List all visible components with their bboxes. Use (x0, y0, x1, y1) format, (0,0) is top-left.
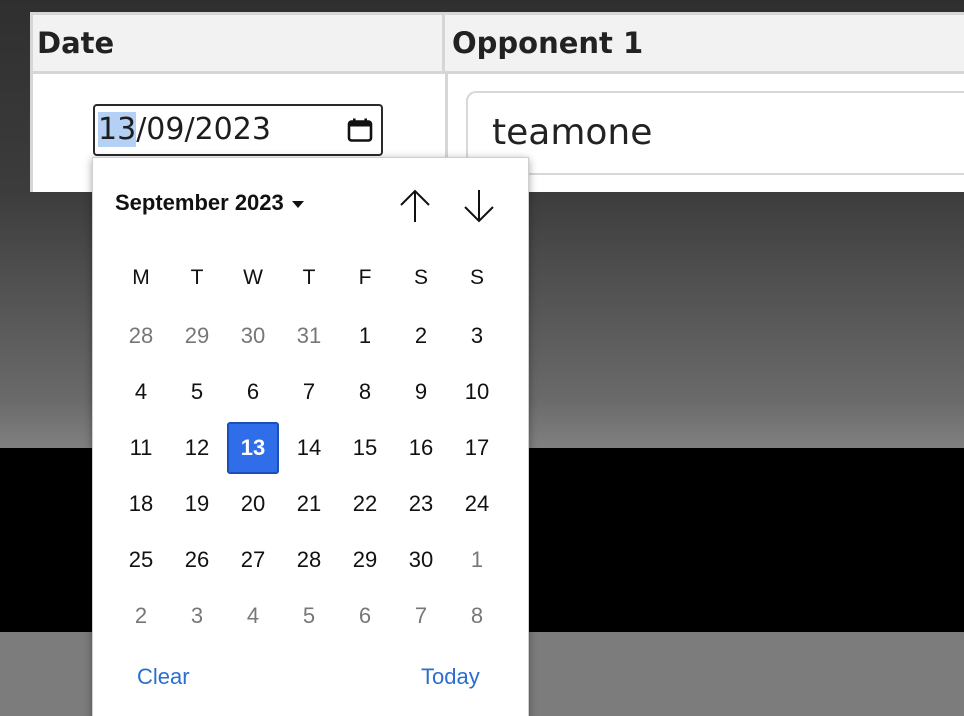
day-cell[interactable]: 6 (339, 590, 391, 642)
day-cell[interactable]: 4 (227, 590, 279, 642)
day-cell[interactable]: 26 (171, 534, 223, 586)
day-cell[interactable]: 1 (451, 534, 503, 586)
day-cell[interactable]: 11 (115, 422, 167, 474)
weekday-label: F (358, 266, 372, 289)
day-cell[interactable]: 14 (283, 422, 335, 474)
day-cell[interactable]: 28 (115, 310, 167, 362)
date-rest-segment[interactable]: /09/2023 (136, 112, 271, 147)
day-cell[interactable]: 6 (227, 366, 279, 418)
weekday-label: T (302, 266, 316, 289)
date-input[interactable]: 13/09/2023 (93, 104, 383, 156)
date-day-segment[interactable]: 13 (98, 112, 137, 147)
clear-button[interactable]: Clear (137, 664, 190, 690)
day-cell[interactable]: 21 (283, 478, 335, 530)
arrow-up-icon[interactable] (397, 188, 433, 224)
header-date: Date (33, 15, 445, 71)
month-year-label: September 2023 (115, 190, 284, 215)
day-cell[interactable]: 20 (227, 478, 279, 530)
day-cell-selected[interactable]: 13 (227, 422, 279, 474)
date-picker-popup: September 2023 MTWTFSS 28 29 30 31 1 2 3 4 5 6 7 8 9… (92, 157, 529, 716)
day-cell[interactable]: 19 (171, 478, 223, 530)
day-cell[interactable]: 30 (395, 534, 447, 586)
day-cell[interactable]: 23 (395, 478, 447, 530)
day-cell[interactable]: 8 (451, 590, 503, 642)
today-button[interactable]: Today (421, 664, 480, 690)
day-cell[interactable]: 7 (283, 366, 335, 418)
month-year-selector[interactable]: September 2023 (115, 190, 304, 216)
day-cell[interactable]: 31 (283, 310, 335, 362)
weekday-label: M (132, 266, 150, 289)
weekday-label: T (190, 266, 204, 289)
day-cell[interactable]: 17 (451, 422, 503, 474)
day-cell[interactable]: 29 (171, 310, 223, 362)
day-cell[interactable]: 2 (115, 590, 167, 642)
day-cell[interactable]: 27 (227, 534, 279, 586)
day-cell[interactable]: 22 (339, 478, 391, 530)
day-cell[interactable]: 29 (339, 534, 391, 586)
day-cell[interactable]: 1 (339, 310, 391, 362)
day-cell[interactable]: 16 (395, 422, 447, 474)
day-cell[interactable]: 3 (451, 310, 503, 362)
day-cell[interactable]: 15 (339, 422, 391, 474)
day-cell[interactable]: 9 (395, 366, 447, 418)
day-cell[interactable]: 3 (171, 590, 223, 642)
weekday-label: W (243, 266, 263, 289)
day-cell[interactable]: 7 (395, 590, 447, 642)
day-cell[interactable]: 10 (451, 366, 503, 418)
opponent-1-input[interactable]: teamone (466, 91, 964, 175)
weekday-label: S (413, 266, 428, 289)
day-cell[interactable]: 4 (115, 366, 167, 418)
day-cell[interactable]: 18 (115, 478, 167, 530)
calendar-icon[interactable] (347, 118, 373, 142)
day-cell[interactable]: 8 (339, 366, 391, 418)
day-cell[interactable]: 30 (227, 310, 279, 362)
arrow-down-icon[interactable] (461, 188, 497, 224)
day-cell[interactable]: 24 (451, 478, 503, 530)
day-cell[interactable]: 28 (283, 534, 335, 586)
day-cell[interactable]: 12 (171, 422, 223, 474)
day-cell[interactable]: 25 (115, 534, 167, 586)
day-cell[interactable]: 5 (171, 366, 223, 418)
day-cell[interactable]: 5 (283, 590, 335, 642)
weekday-label: S (469, 266, 484, 289)
header-opponent-1: Opponent 1 (448, 15, 964, 71)
caret-down-icon (291, 200, 304, 208)
day-cell[interactable]: 2 (395, 310, 447, 362)
